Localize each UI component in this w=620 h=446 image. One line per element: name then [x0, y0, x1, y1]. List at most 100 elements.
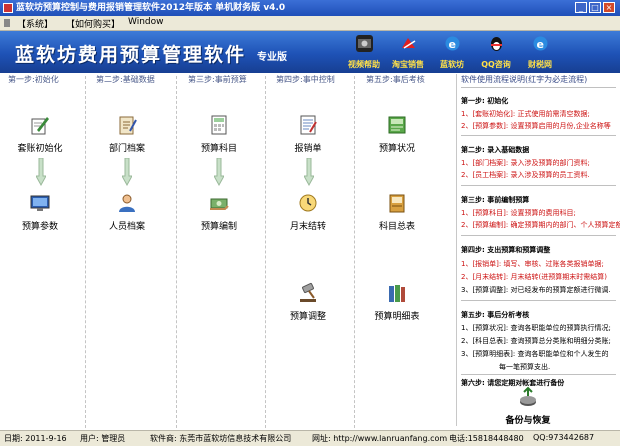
video-help-label: 视频帮助 [348, 60, 380, 69]
taobao-sales-label: 淘宝销售 [392, 60, 424, 69]
help-divider [461, 374, 616, 375]
column-step2-header: 第二步:基础数据 [96, 75, 155, 84]
column-divider [85, 76, 86, 428]
status-date: 日期: 2011-9-16 [4, 434, 67, 443]
form-document-icon [297, 114, 319, 136]
monitor-settings-icon [29, 192, 51, 214]
help-step3-line2: 2、[预算编制]: 确定预算期内的部门、个人预算定额 [461, 221, 620, 229]
account-init-module[interactable]: 套账初始化 [5, 114, 75, 154]
clock-icon [297, 192, 319, 214]
backup-disk-icon [517, 386, 539, 408]
budget-prep-module[interactable]: 预算编制 [184, 192, 254, 232]
help-step4-title: 第四步: 支出预算和预算调整 [461, 246, 551, 254]
column-step4-header: 第四步:事中控制 [276, 75, 335, 84]
menu-window[interactable]: Window [128, 17, 164, 27]
ie-browser-icon: e [444, 35, 461, 52]
help-step3-title: 第三步: 事前编制预算 [461, 196, 530, 204]
taobao-sales-button[interactable]: 淘宝销售 [386, 34, 430, 71]
flow-arrow-down-icon [304, 158, 314, 186]
product-title: 蓝软坊费用预算管理软件 [15, 44, 247, 66]
status-phone: 电话:15818448480 [449, 434, 524, 443]
budget-status-label: 预算状况 [378, 144, 415, 154]
tax-site-button[interactable]: e 财税网 [518, 34, 562, 71]
report-icon [386, 114, 408, 136]
help-step5-line3: 3、[预算明细表]: 查询各职能单位和个人发生的 [461, 350, 609, 358]
staff-file-module[interactable]: 人员档案 [92, 192, 162, 232]
close-button[interactable]: × [603, 2, 615, 13]
tax-site-label: 财税网 [528, 60, 552, 69]
ledger-book-icon [386, 192, 408, 214]
dept-file-module[interactable]: 部门档案 [92, 114, 162, 154]
menu-bar: 【系统】 【如何购买】 Window [0, 16, 620, 31]
notebook-pen-icon [116, 114, 138, 136]
status-site[interactable]: 网址: http://www.lanruanfang.com [312, 433, 447, 444]
pencil-document-icon [29, 114, 51, 136]
month-close-label: 月末结转 [289, 222, 326, 232]
flow-arrow-down-icon [36, 158, 46, 186]
ledger-summary-label: 科目总表 [378, 222, 415, 232]
product-edition: 专业版 [257, 52, 287, 63]
expense-claim-module[interactable]: 报销单 [273, 114, 343, 154]
backup-restore-label: 备份与恢复 [505, 416, 551, 426]
budget-adjust-module[interactable]: 预算调整 [273, 282, 343, 322]
status-qq: QQ:973442687 [533, 433, 595, 442]
minimize-button[interactable]: _ [575, 2, 587, 13]
ie-browser-icon: e [532, 35, 549, 52]
help-step5-line4: 每一笔预算支出. [499, 363, 551, 371]
workflow-help-panel: 软件使用流程说明(红字为必走流程) 第一步: 初始化 1、[套账初始化]: 正式… [456, 74, 620, 426]
video-help-button[interactable]: 视频帮助 [342, 34, 386, 71]
help-panel-title: 软件使用流程说明(红字为必走流程) [461, 75, 588, 84]
window-title: 蓝软坊预算控制与费用报销管理软件2012年版本 单机财务版 v4.0 [16, 3, 286, 13]
help-step1-line1: 1、[套账初始化]: 正式使用前需清空数据; [461, 110, 590, 118]
gavel-icon [297, 282, 319, 304]
title-bar[interactable]: 蓝软坊预算控制与费用报销管理软件2012年版本 单机财务版 v4.0 _ □ × [0, 0, 620, 16]
expense-claim-label: 报销单 [294, 144, 322, 154]
column-step3-header: 第三步:事前预算 [188, 75, 247, 84]
budget-adjust-label: 预算调整 [289, 312, 326, 322]
help-step1-title: 第一步: 初始化 [461, 97, 509, 105]
svg-text:e: e [537, 38, 544, 51]
help-divider [461, 235, 616, 236]
column-divider [354, 76, 355, 428]
budget-items-module[interactable]: 预算科目 [184, 114, 254, 154]
video-help-icon [356, 35, 373, 52]
help-divider [461, 185, 616, 186]
help-step5-line1: 1、[预算状况]: 查询各职能单位的预算执行情况; [461, 324, 611, 332]
help-divider [461, 135, 616, 136]
ledger-summary-module[interactable]: 科目总表 [362, 192, 432, 232]
help-divider [461, 87, 616, 88]
budget-detail-module[interactable]: 预算明细表 [362, 282, 432, 322]
menu-grip-icon [4, 19, 10, 27]
backup-restore-module[interactable]: 备份与恢复 [493, 386, 563, 426]
dept-file-label: 部门档案 [108, 144, 145, 154]
qq-consult-button[interactable]: QQ咨询 [474, 34, 518, 71]
help-divider [461, 300, 616, 301]
help-step2-title: 第二步: 录入基础数据 [461, 146, 530, 154]
help-step4-line1: 1、[报销单]: 填写、审核、过账各类报销单据; [461, 260, 604, 268]
app-icon [3, 3, 13, 13]
account-init-label: 套账初始化 [17, 144, 63, 154]
banner: 蓝软坊费用预算管理软件 专业版 视频帮助 淘宝销售 e 蓝软坊 QQ咨询 e 财… [0, 31, 620, 73]
money-hand-icon [208, 192, 230, 214]
staff-file-label: 人员档案 [108, 222, 145, 232]
column-step5-header: 第五步:事后考核 [366, 75, 425, 84]
maximize-button[interactable]: □ [589, 2, 601, 13]
flow-arrow-down-icon [214, 158, 224, 186]
budget-params-module[interactable]: 预算参数 [5, 192, 75, 232]
month-close-module[interactable]: 月末结转 [273, 192, 343, 232]
qq-icon [488, 35, 505, 52]
lanruanfang-site-button[interactable]: e 蓝软坊 [430, 34, 474, 71]
help-step4-line2: 2、[月末结转]: 月末结转(进预算期末时需结算) [461, 273, 607, 281]
menu-system[interactable]: 【系统】 [17, 17, 53, 30]
status-bar: 日期: 2011-9-16 用户: 管理员 软件商: 东莞市蓝软坊信息技术有限公… [0, 430, 620, 446]
help-step4-line3: 3、[预算调整]: 对已经发布的预算定额进行微调. [461, 286, 611, 294]
lanruanfang-site-label: 蓝软坊 [440, 60, 464, 69]
budget-params-label: 预算参数 [21, 222, 58, 232]
column-divider [265, 76, 266, 428]
svg-text:e: e [449, 38, 456, 51]
menu-how-to-buy[interactable]: 【如何购买】 [66, 17, 120, 30]
help-step5-title: 第五步: 事后分析考核 [461, 311, 530, 319]
qq-consult-label: QQ咨询 [481, 60, 511, 69]
budget-status-module[interactable]: 预算状况 [362, 114, 432, 154]
taobao-sales-icon [400, 35, 417, 52]
